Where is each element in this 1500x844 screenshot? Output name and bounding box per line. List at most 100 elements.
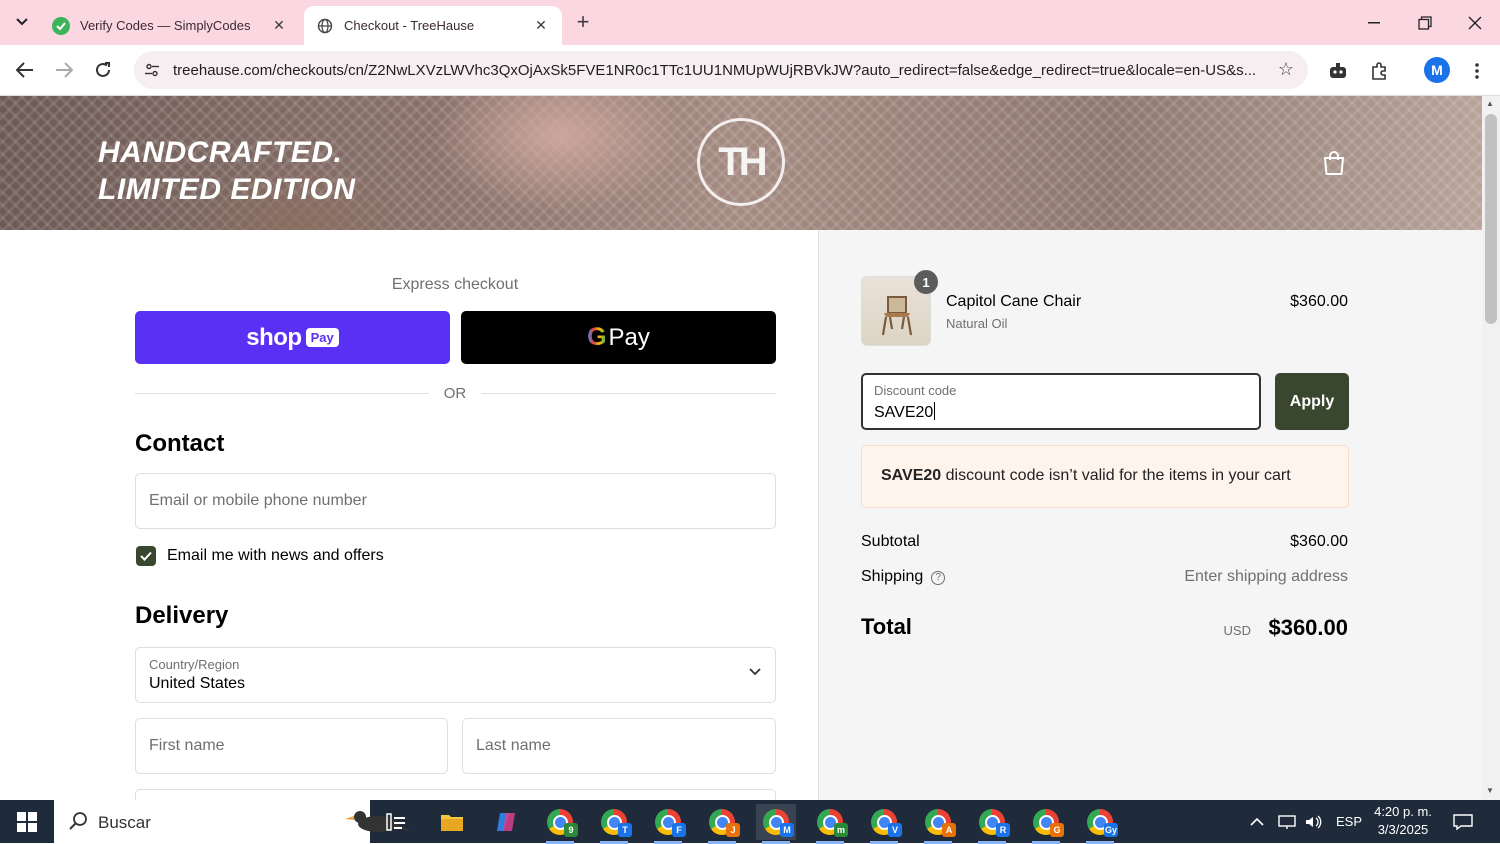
taskbar-chrome-profile-icon[interactable]: T [594,804,634,844]
country-select[interactable]: Country/Region United States [135,647,776,703]
shipping-row: Shipping? [861,568,946,586]
order-summary: 1 Capitol Cane Chair Natural Oil $360.00… [818,230,1482,800]
email-placeholder: Email or mobile phone number [149,492,367,509]
notifications-icon[interactable] [1452,800,1474,843]
minimize-window-icon[interactable] [1359,8,1389,38]
globe-icon [316,17,334,35]
express-checkout-label: Express checkout [391,276,519,293]
restore-window-icon[interactable] [1410,8,1440,38]
last-name-field[interactable]: Last name [462,718,776,774]
shipping-label: Shipping [861,568,924,585]
apply-discount-button[interactable]: Apply [1275,373,1349,430]
forward-arrow-icon[interactable] [49,55,79,85]
country-label: Country/Region [149,657,240,672]
discount-code-field[interactable]: Discount code SAVE20 [861,373,1261,430]
taskbar-chrome-profile-icon[interactable]: m [810,804,850,844]
tab-treehause-checkout[interactable]: Checkout - TreeHause ✕ [304,6,562,45]
page-scrollbar[interactable]: ▲ ▼ [1482,96,1500,800]
google-pay-button[interactable]: G Pay [461,311,776,364]
discount-error-message: SAVE20 discount code isn’t valid for the… [881,467,1291,485]
text-caret [934,402,936,420]
reload-icon[interactable] [88,55,118,85]
email-field[interactable]: Email or mobile phone number [135,473,776,529]
copilot-icon[interactable] [486,804,526,840]
or-divider-text: OR [443,385,467,402]
task-view-icon[interactable] [376,804,416,840]
profile-badge: G [1050,823,1064,837]
scrollbar-thumb[interactable] [1485,114,1497,324]
extension-puzzle-icon[interactable] [1325,58,1351,84]
taskbar-chrome-profile-icon[interactable]: 9 [540,804,580,844]
browser-menu-kebab-icon[interactable] [1464,58,1490,84]
tab-title: Checkout - TreeHause [344,18,475,33]
subtotal-label: Subtotal [861,533,920,550]
taskbar-search-box[interactable]: Buscar [54,800,412,843]
divider [135,393,429,394]
profile-avatar[interactable]: M [1424,57,1450,83]
hero-banner: HANDCRAFTED. LIMITED EDITION TH [0,96,1482,230]
newsletter-label[interactable]: Email me with news and offers [167,547,384,565]
taskbar-chrome-profile-icon[interactable]: V [864,804,904,844]
url-text[interactable]: treehause.com/checkouts/cn/Z2NwLXVzLWVhc… [173,62,1258,79]
show-hidden-icons-chevron-up-icon[interactable] [1250,800,1264,843]
country-value: United States [149,675,246,692]
address-bar[interactable]: treehause.com/checkouts/cn/Z2NwLXVzLWVhc… [134,51,1308,89]
profile-badge: m [834,823,848,837]
close-tab-icon[interactable]: ✕ [532,17,550,35]
total-value: $360.00 [1268,615,1348,640]
profile-badge: R [996,823,1010,837]
product-name: Capitol Cane Chair [946,293,1082,310]
shipping-value: Enter shipping address [1184,568,1348,585]
discount-error-alert: SAVE20 discount code isn’t valid for the… [861,445,1349,508]
help-question-icon[interactable]: ? [931,570,946,585]
windows-taskbar: Buscar 9 T F J Mm V A R G Gy ESP 4:20 p. m. 3/3/2… [0,800,1500,844]
scroll-down-arrow-icon[interactable]: ▼ [1486,786,1494,795]
profile-badge: J [726,823,740,837]
back-arrow-icon[interactable] [10,55,40,85]
taskbar-search-text: Buscar [98,813,151,832]
total-label: Total [861,614,912,639]
shop-pay-button[interactable]: shop Pay [135,311,450,364]
network-icon[interactable] [1278,800,1296,843]
taskbar-chrome-profile-icon[interactable]: F [648,804,688,844]
volume-icon[interactable] [1304,800,1322,843]
windows-start-icon[interactable] [0,800,54,843]
tab-title: Verify Codes — SimplyCodes [80,18,251,33]
divider [481,393,776,394]
new-tab-plus-icon[interactable]: + [570,9,596,35]
newsletter-checkbox[interactable] [136,546,156,566]
taskbar-chrome-profile-icon[interactable]: J [702,804,742,844]
shopping-bag-icon[interactable] [1322,150,1346,176]
google-g-icon: G [587,323,607,351]
treehause-logo[interactable]: TH [697,118,785,206]
profile-badge: 9 [564,823,578,837]
taskbar-clock[interactable]: 4:20 p. m. 3/3/2025 [1368,803,1438,839]
tab-simplycodes[interactable]: Verify Codes — SimplyCodes ✕ [40,6,300,45]
discount-code-input[interactable]: SAVE20 [874,402,936,422]
file-explorer-icon[interactable] [432,804,472,840]
taskbar-chrome-profile-icon[interactable]: R [972,804,1012,844]
close-tab-icon[interactable]: ✕ [270,17,288,35]
scroll-up-arrow-icon[interactable]: ▲ [1486,99,1494,108]
first-name-placeholder: First name [149,737,225,754]
error-code: SAVE20 [881,467,942,484]
tab-search-chevron-icon[interactable] [8,8,36,36]
clock-date: 3/3/2025 [1377,822,1429,837]
profile-badge: M [780,823,794,837]
close-window-icon[interactable] [1460,8,1490,38]
taskbar-chrome-profile-icon[interactable]: A [918,804,958,844]
checkout-form: Express checkout shop Pay G Pay OR Conta… [0,230,818,800]
next-address-field[interactable] [135,789,776,800]
site-info-icon[interactable] [142,60,162,80]
input-language[interactable]: ESP [1336,800,1362,843]
taskbar-chrome-profile-icon[interactable]: M [756,804,796,844]
extensions-icon[interactable] [1366,58,1392,84]
checkout-page: HANDCRAFTED. LIMITED EDITION TH Express … [0,96,1482,800]
bookmark-star-icon[interactable]: ☆ [1278,59,1294,80]
taskbar-chrome-profile-icon[interactable]: Gy [1080,804,1120,844]
discount-code-value: SAVE20 [874,404,934,421]
logo-text: TH [718,139,767,184]
taskbar-chrome-profile-icon[interactable]: G [1026,804,1066,844]
quantity-badge: 1 [914,270,938,294]
first-name-field[interactable]: First name [135,718,448,774]
